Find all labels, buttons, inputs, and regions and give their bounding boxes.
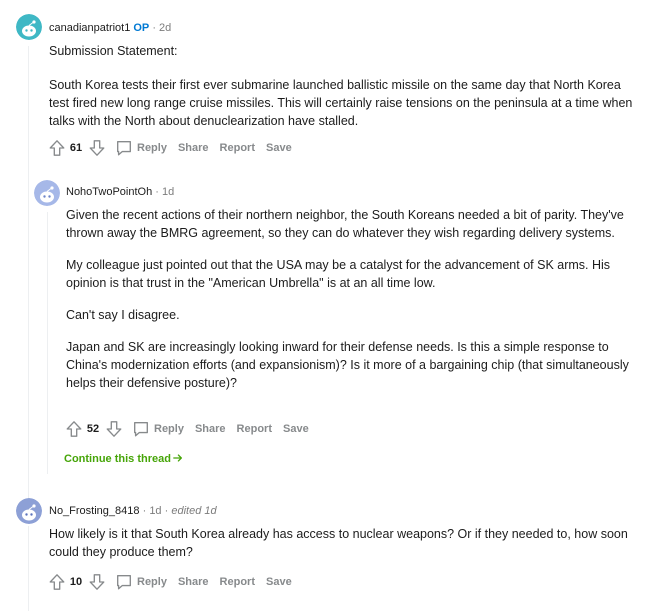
arrow-down-outline-icon [106,421,122,437]
avatar[interactable] [16,498,42,524]
upvote-button[interactable] [47,571,67,593]
vote-score: 52 [86,423,100,435]
arrow-up-outline-icon [49,140,65,156]
comment-paragraph: Japan and SK are increasingly looking in… [66,340,629,390]
reply-label: Reply [154,423,184,435]
reply-label: Reply [137,142,167,154]
save-button[interactable]: Save [266,576,292,588]
comment-paragraph: Submission Statement: [49,44,178,58]
author-name[interactable]: NohoTwoPointOh [66,186,152,198]
thread-line-reply[interactable] [47,212,48,474]
speech-bubble-icon [117,141,131,156]
comment-meta: canadianpatriot1 OP · 2d [49,21,171,35]
snoo-avatar-icon [34,180,60,206]
upvote-button[interactable] [47,137,67,159]
author-name[interactable]: canadianpatriot1 [49,22,130,34]
comment-action-bar: 61 Reply Share Report Save [47,137,292,159]
reply-button[interactable]: Reply [115,139,167,157]
comment-meta: No_Frosting_8418 · 1d · edited 1d [49,504,217,518]
arrow-down-outline-icon [89,140,105,156]
comment-paragraph: South Korea tests their first ever subma… [49,78,633,128]
continue-thread-label: Continue this thread [64,453,171,465]
thread-line-third[interactable] [28,526,29,611]
save-button[interactable]: Save [266,142,292,154]
share-button[interactable]: Share [178,576,209,588]
meta-separator: · [152,22,156,34]
share-button[interactable]: Share [178,142,209,154]
op-badge: OP [133,22,150,34]
speech-bubble-icon [117,575,131,590]
downvote-button[interactable] [87,571,107,593]
arrow-up-outline-icon [49,574,65,590]
comment-paragraph: Given the recent actions of their northe… [66,208,624,240]
comment-timestamp[interactable]: 1d [149,505,161,517]
comment-timestamp[interactable]: 2d [159,22,171,34]
comment-body: Submission Statement: South Korea tests … [49,42,644,130]
speech-bubble-icon [134,422,148,437]
avatar[interactable] [34,180,60,206]
comment-paragraph: How likely is it that South Korea alread… [49,527,628,559]
vote-score: 10 [69,576,83,588]
comment-paragraph: My colleague just pointed out that the U… [66,258,611,290]
reply-button[interactable]: Reply [132,420,184,438]
downvote-button[interactable] [87,137,107,159]
comment-action-bar: 10 Reply Share Report Save [47,571,292,593]
downvote-button[interactable] [104,418,124,440]
meta-separator: · [155,186,159,198]
meta-separator: · [142,505,147,517]
arrow-up-outline-icon [66,421,82,437]
reply-button[interactable]: Reply [115,573,167,591]
reply-label: Reply [137,576,167,588]
upvote-button[interactable] [64,418,84,440]
thread-line-root[interactable] [28,46,29,503]
report-button[interactable]: Report [237,423,272,435]
arrow-right-icon [173,454,182,462]
meta-separator: · [164,505,169,517]
snoo-avatar-icon [16,14,42,40]
author-name[interactable]: No_Frosting_8418 [49,505,140,517]
snoo-avatar-icon [16,498,42,524]
report-button[interactable]: Report [220,142,255,154]
share-button[interactable]: Share [195,423,226,435]
edited-label: edited 1d [171,505,217,517]
continue-thread-link[interactable]: Continue this thread [64,453,183,465]
vote-score: 61 [69,142,83,154]
comment-meta: NohoTwoPointOh · 1d [66,185,174,199]
comment-body: Given the recent actions of their northe… [66,206,648,392]
save-button[interactable]: Save [283,423,309,435]
comment-timestamp[interactable]: 1d [162,186,174,198]
comment-action-bar: 52 Reply Share Report Save [64,418,309,440]
arrow-down-outline-icon [89,574,105,590]
report-button[interactable]: Report [220,576,255,588]
avatar[interactable] [16,14,42,40]
comment-paragraph: Can't say I disagree. [66,308,180,322]
comment-body: How likely is it that South Korea alread… [49,525,644,561]
